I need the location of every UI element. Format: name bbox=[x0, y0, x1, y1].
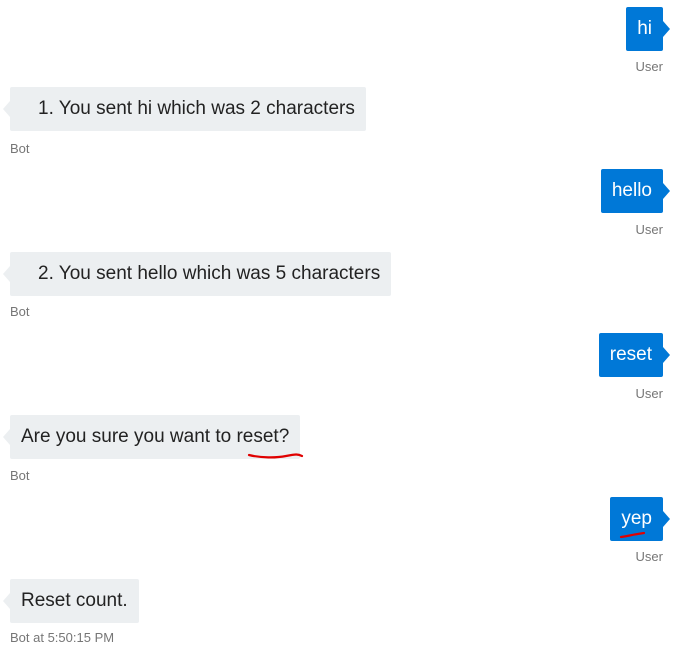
bubble-tail bbox=[3, 593, 10, 609]
message-text: Reset count. bbox=[21, 590, 128, 611]
user-message-bubble: reset bbox=[598, 333, 670, 377]
user-message-bubble: yep bbox=[610, 497, 670, 541]
bot-message-bubble: Reset count. bbox=[3, 579, 139, 623]
bubble-tail bbox=[3, 266, 10, 282]
bubble-tail bbox=[663, 347, 670, 363]
sender-timestamp-label: Bot at 5:50:15 PM bbox=[10, 630, 115, 645]
sender-label: User bbox=[635, 59, 663, 74]
message-text: reset bbox=[609, 344, 652, 365]
user-message-bubble: hello bbox=[600, 169, 670, 213]
sender-label: User bbox=[635, 549, 663, 564]
bubble-tail bbox=[3, 101, 10, 117]
bot-message-bubble: Are you sure you want to reset? bbox=[3, 415, 301, 459]
message-text: Are you sure you want to reset? bbox=[21, 426, 290, 447]
sender-label: User bbox=[635, 222, 663, 237]
sender-label: Bot bbox=[10, 304, 30, 319]
message-text: yep bbox=[621, 508, 652, 529]
bubble-tail bbox=[3, 429, 10, 445]
bubble-tail bbox=[663, 183, 670, 199]
bubble-tail bbox=[663, 511, 670, 527]
bot-message-bubble: 2. You sent hello which was 5 characters bbox=[3, 252, 392, 296]
sender-label: Bot bbox=[10, 468, 30, 483]
sender-label: Bot bbox=[10, 141, 30, 156]
bot-message-bubble: 1. You sent hi which was 2 characters bbox=[3, 87, 366, 131]
message-text: 1. You sent hi which was 2 characters bbox=[38, 98, 355, 119]
bubble-tail bbox=[663, 21, 670, 37]
message-text: hello bbox=[611, 180, 652, 201]
user-message-bubble: hi bbox=[626, 7, 670, 51]
message-text: hi bbox=[637, 18, 652, 39]
sender-label: User bbox=[635, 386, 663, 401]
message-text: 2. You sent hello which was 5 characters bbox=[38, 263, 381, 284]
